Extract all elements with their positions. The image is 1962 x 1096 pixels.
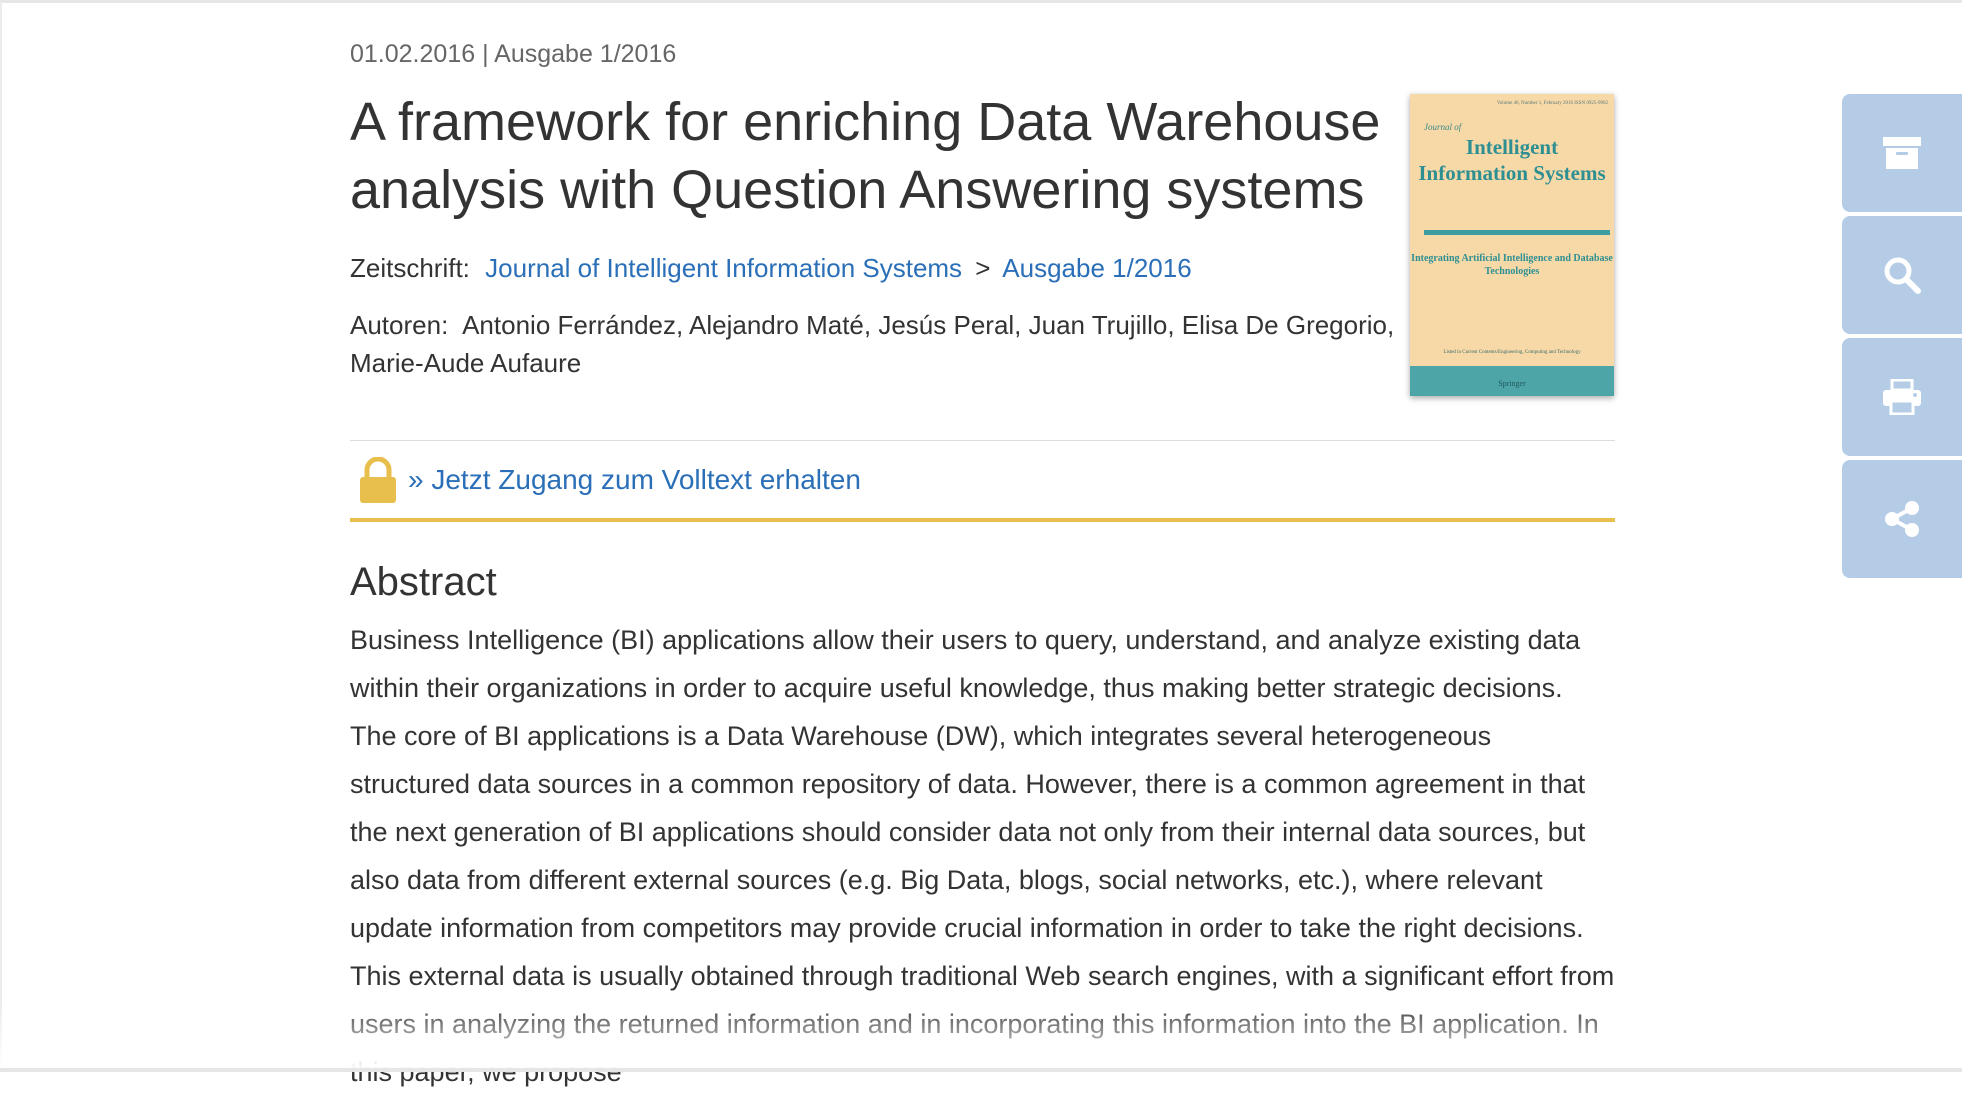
cover-subtitle: Integrating Artificial Intelligence and … [1411,253,1613,277]
cover-publisher: Springer [1498,379,1526,388]
share-icon [1885,501,1919,537]
search-button[interactable] [1842,216,1962,334]
cover-journal-of: Journal of [1424,122,1462,132]
author-names: Antonio Ferrández, Alejandro Maté, Jesús… [350,310,1395,378]
fulltext-access-box: » Jetzt Zugang zum Volltext erhalten [350,440,1615,522]
journal-row: Zeitschrift: Journal of Intelligent Info… [350,249,1192,287]
print-icon [1883,379,1921,415]
journal-label: Zeitschrift: [350,253,470,283]
search-icon [1884,257,1921,294]
breadcrumb-separator: > [975,253,991,283]
issue-separator: | [482,40,489,68]
cover-indexed-note: Listed in Current Contents/Engineering, … [1443,350,1581,355]
issue-label: Ausgabe 1/2016 [494,40,677,68]
issue-link[interactable]: Ausgabe 1/2016 [1002,253,1191,283]
side-toolbar [1842,94,1962,582]
authors-row: Autoren: Antonio Ferrández, Alejandro Ma… [350,306,1400,382]
lock-icon [358,456,398,503]
journal-cover-image[interactable]: Volume 46, Number 1, February 2016 ISSN … [1410,94,1614,396]
bottom-border [0,1068,1962,1072]
cover-divider [1424,230,1610,235]
archive-icon [1883,137,1921,169]
cover-title: Intelligent Information Systems [1418,135,1606,185]
issue-line: 01.02.2016 | Ausgabe 1/2016 [350,40,676,69]
archive-button[interactable] [1842,94,1962,212]
cover-volume-info: Volume 46, Number 1, February 2016 ISSN … [1496,101,1608,106]
share-button[interactable] [1842,460,1962,578]
authors-label: Autoren: [350,310,449,340]
journal-link[interactable]: Journal of Intelligent Information Syste… [485,253,962,283]
print-button[interactable] [1842,338,1962,456]
get-fulltext-access-link[interactable]: » Jetzt Zugang zum Volltext erhalten [408,461,861,499]
article-date: 01.02.2016 [350,40,476,68]
article-title: A framework for enriching Data Warehouse… [350,92,1381,220]
abstract-heading: Abstract [350,560,497,604]
abstract-text: Business Intelligence (BI) applications … [350,625,1615,1087]
